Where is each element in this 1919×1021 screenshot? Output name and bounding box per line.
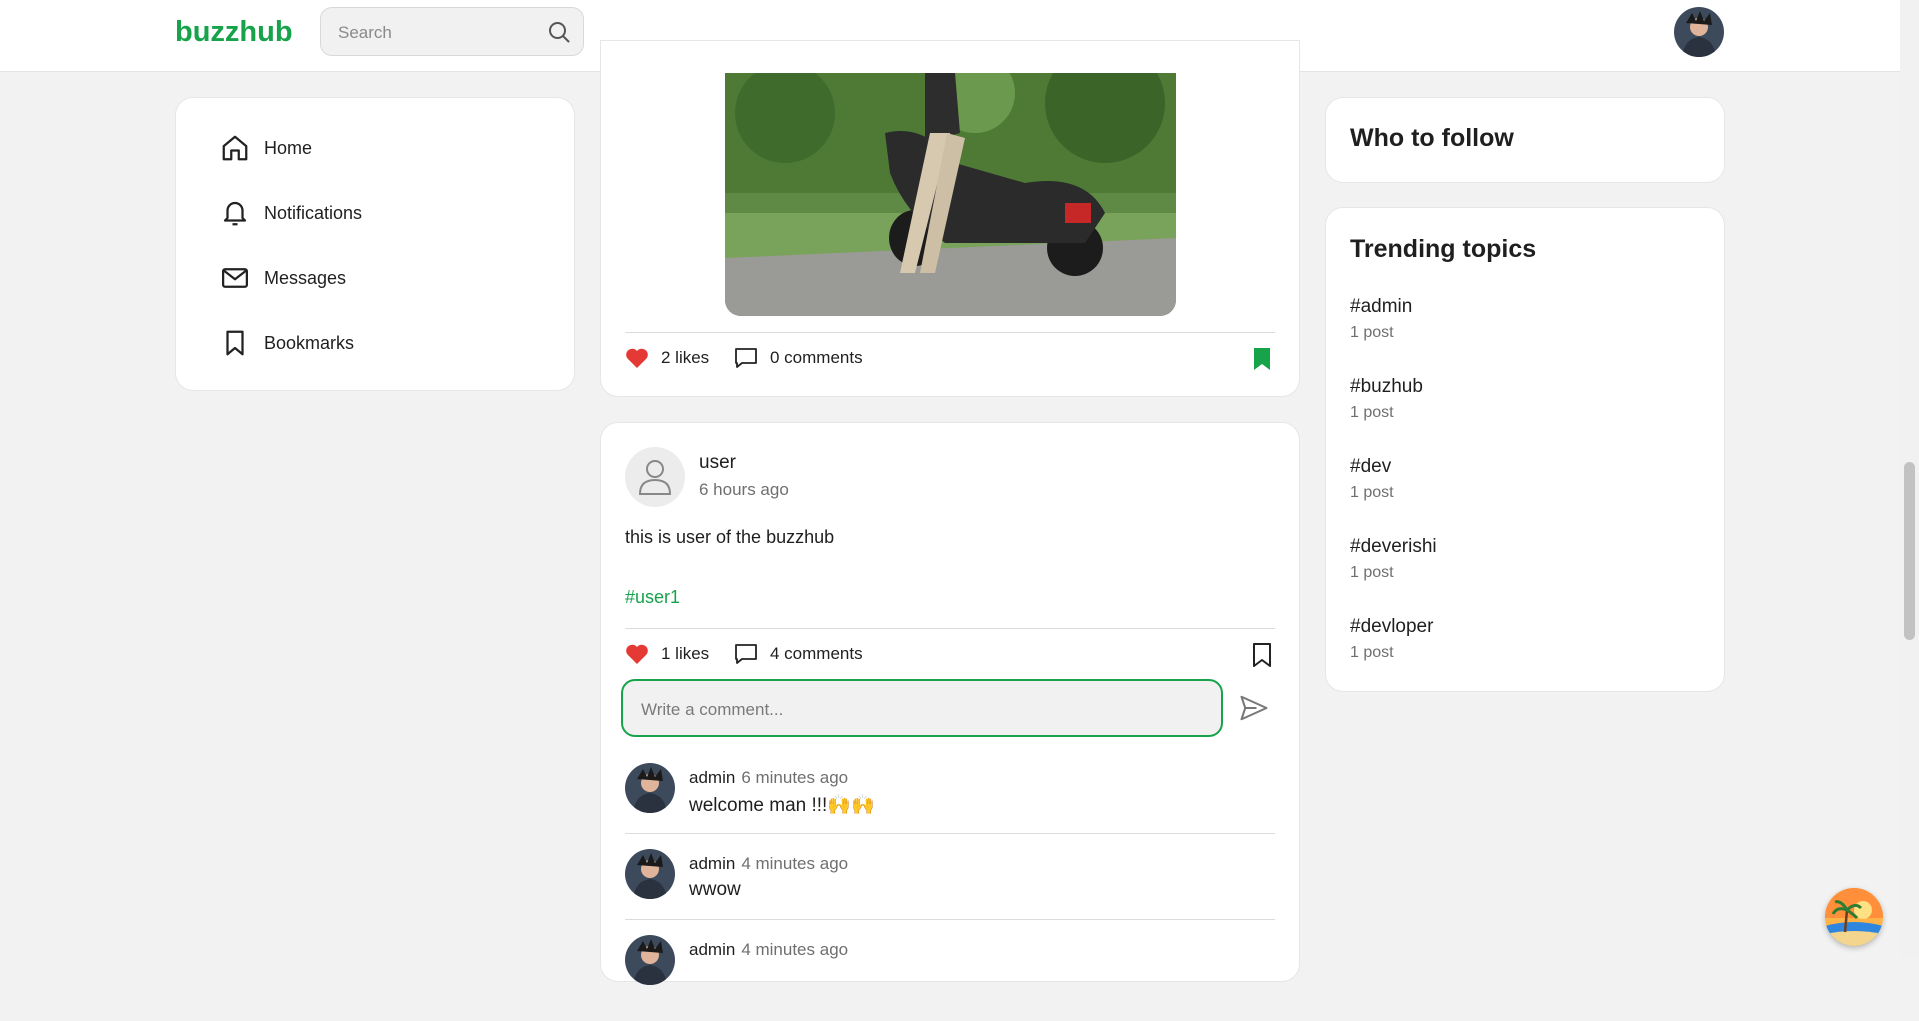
comment-item: admin 4 minutes ago xyxy=(625,935,1275,1021)
post-card: 2 likes 0 comments xyxy=(600,40,1300,397)
trending-topic[interactable]: #buzhub 1 post xyxy=(1350,376,1423,422)
commenter-username[interactable]: admin xyxy=(689,768,735,787)
post-timestamp: 6 hours ago xyxy=(699,480,789,499)
topic-count: 1 post xyxy=(1350,564,1394,581)
beach-icon xyxy=(1825,888,1883,946)
profile-avatar[interactable] xyxy=(1674,7,1724,57)
who-to-follow-card: Who to follow xyxy=(1325,97,1725,183)
topic-tag: #devloper xyxy=(1350,616,1434,637)
send-icon xyxy=(1240,695,1268,721)
trending-topic[interactable]: #admin 1 post xyxy=(1350,296,1412,342)
commenter-name: admin 6 minutes ago xyxy=(689,768,848,788)
comments-button[interactable]: 0 comments xyxy=(734,347,863,369)
mail-icon xyxy=(222,268,248,288)
post-image[interactable] xyxy=(725,73,1176,316)
comment-input[interactable] xyxy=(639,698,1203,722)
comment-item: admin 4 minutes ago wwow xyxy=(625,849,1275,935)
trending-topic[interactable]: #dev 1 post xyxy=(1350,456,1394,502)
floating-beach-badge[interactable] xyxy=(1825,888,1883,946)
sidebar-item-label: Notifications xyxy=(264,202,363,223)
heart-icon xyxy=(626,348,648,368)
send-comment-button[interactable] xyxy=(1239,693,1269,728)
bookmark-filled-icon xyxy=(1254,348,1270,370)
user-avatar[interactable] xyxy=(625,447,685,507)
topic-count: 1 post xyxy=(1350,324,1394,341)
user-placeholder-icon xyxy=(638,460,672,495)
comment-count: 4 comments xyxy=(770,644,863,663)
home-icon xyxy=(222,135,248,161)
topic-count: 1 post xyxy=(1350,484,1394,501)
post-hashtag[interactable]: #user1 xyxy=(625,587,680,608)
sidebar-item-label: Bookmarks xyxy=(264,332,355,353)
sidebar-item-notifications[interactable]: Notifications xyxy=(220,193,362,233)
trending-topics-card: Trending topics #admin 1 post #buzhub 1 … xyxy=(1325,207,1725,692)
like-button[interactable]: 2 likes xyxy=(625,347,709,369)
commenter-username[interactable]: admin xyxy=(689,940,735,959)
comment-text: welcome man !!!🙌🙌 xyxy=(689,795,875,816)
topic-count: 1 post xyxy=(1350,644,1394,661)
bookmark-button[interactable] xyxy=(1252,643,1284,667)
post-text: this is user of the buzzhub xyxy=(625,527,835,547)
commenter-avatar[interactable] xyxy=(625,849,675,899)
sidebar-item-home[interactable]: Home xyxy=(220,128,312,168)
comment-timestamp: 6 minutes ago xyxy=(741,768,849,787)
post-card: user 6 hours ago this is user of the buz… xyxy=(600,422,1300,985)
commenter-name: admin 4 minutes ago xyxy=(689,854,848,874)
post-divider xyxy=(625,628,1275,629)
page-scrollbar[interactable] xyxy=(1900,0,1919,957)
topic-count: 1 post xyxy=(1350,404,1394,421)
topic-tag: #dev xyxy=(1350,456,1392,477)
commenter-username[interactable]: admin xyxy=(689,854,735,873)
sidebar-item-label: Home xyxy=(264,137,313,158)
commenter-name: admin 4 minutes ago xyxy=(689,940,848,960)
comment-timestamp: 4 minutes ago xyxy=(741,854,849,873)
heart-icon xyxy=(626,644,648,664)
trending-title: Trending topics xyxy=(1350,235,1537,263)
post-author[interactable]: user xyxy=(699,452,736,474)
bookmark-button[interactable] xyxy=(1252,347,1284,371)
comment-count: 0 comments xyxy=(770,348,863,367)
sidebar-item-messages[interactable]: Messages xyxy=(220,258,346,298)
like-count: 2 likes xyxy=(661,348,710,367)
post-divider xyxy=(625,332,1275,333)
like-count: 1 likes xyxy=(661,644,710,663)
comment-item: admin 6 minutes ago welcome man !!!🙌🙌 xyxy=(625,763,1275,849)
commenter-avatar[interactable] xyxy=(625,935,675,985)
comment-icon xyxy=(735,644,757,664)
comment-divider xyxy=(625,919,1275,920)
commenter-avatar[interactable] xyxy=(625,763,675,813)
search-box[interactable] xyxy=(320,7,584,56)
topic-tag: #buzhub xyxy=(1350,376,1423,397)
sidebar-nav: Home Notifications Messages Bookmarks xyxy=(175,97,575,391)
bookmark-icon xyxy=(1253,643,1271,667)
topic-tag: #admin xyxy=(1350,296,1413,317)
search-icon[interactable] xyxy=(547,20,571,49)
brand-logo[interactable]: buzzhub xyxy=(175,16,293,49)
scrollbar-thumb[interactable] xyxy=(1904,462,1915,640)
trending-topic[interactable]: #devloper 1 post xyxy=(1350,616,1433,662)
topic-tag: #deverishi xyxy=(1350,536,1437,557)
comment-text: wwow xyxy=(689,879,741,900)
comment-input-box[interactable] xyxy=(621,679,1223,737)
comment-divider xyxy=(625,833,1275,834)
trending-topic[interactable]: #deverishi 1 post xyxy=(1350,536,1437,582)
comments-button[interactable]: 4 comments xyxy=(734,643,863,665)
search-input[interactable] xyxy=(336,20,540,46)
comment-timestamp: 4 minutes ago xyxy=(741,940,849,959)
bookmark-icon xyxy=(226,330,244,356)
bell-icon xyxy=(223,201,247,226)
comment-icon xyxy=(735,348,757,368)
sidebar-item-label: Messages xyxy=(264,267,347,288)
sidebar-item-bookmarks[interactable]: Bookmarks xyxy=(220,323,354,363)
like-button[interactable]: 1 likes xyxy=(625,643,709,665)
who-to-follow-title: Who to follow xyxy=(1350,124,1514,152)
